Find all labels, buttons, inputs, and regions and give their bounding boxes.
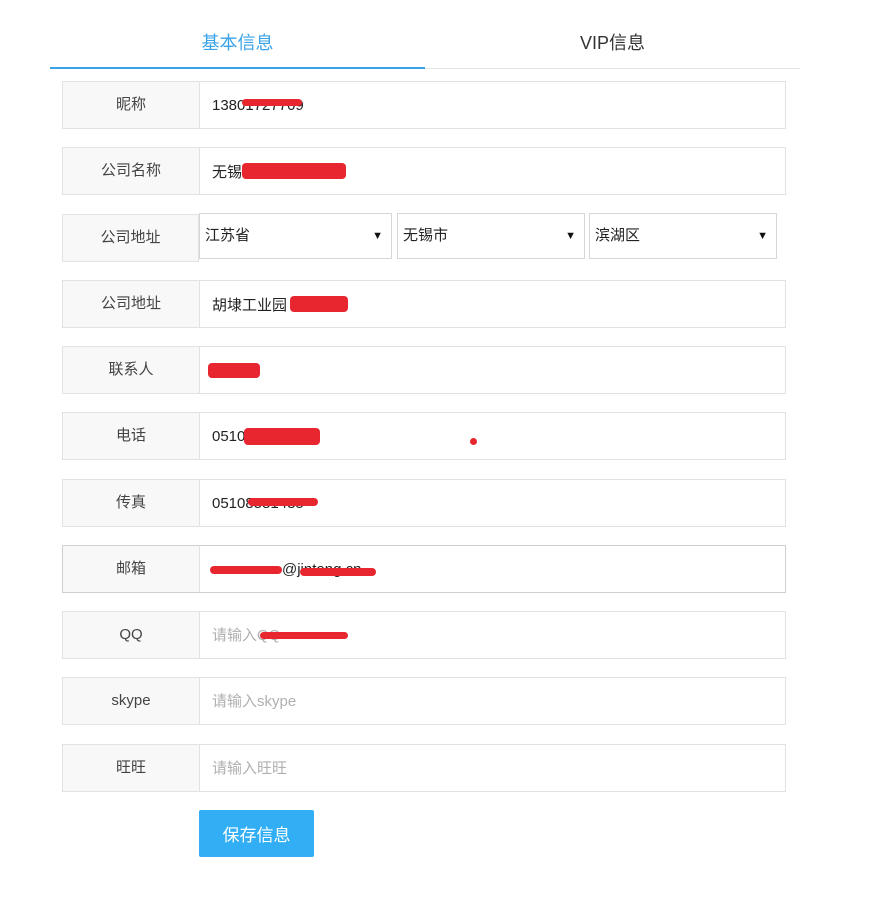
phone-field-wrap [200, 413, 785, 459]
city-value: 无锡市 [403, 227, 449, 244]
fax-label: 传真 [63, 480, 200, 526]
wangwang-field-wrap [200, 745, 785, 791]
email-row: 邮箱 [62, 545, 786, 593]
city-select[interactable]: 无锡市 ▼ [397, 213, 585, 259]
fax-field-wrap [200, 480, 785, 526]
redaction-mark [248, 498, 318, 506]
email-label: 邮箱 [63, 546, 200, 592]
contact-label: 联系人 [63, 347, 200, 393]
tab-basic-info[interactable]: 基本信息 [50, 18, 425, 69]
skype-label: skype [63, 678, 200, 724]
company-name-label: 公司名称 [63, 148, 200, 194]
email-input[interactable] [200, 546, 785, 592]
nickname-row: 昵称 [62, 81, 786, 129]
redaction-mark [300, 568, 376, 576]
company-name-row: 公司名称 [62, 147, 786, 195]
tab-bar: 基本信息 VIP信息 [50, 18, 800, 69]
redaction-mark [208, 363, 260, 378]
skype-row: skype [62, 677, 786, 725]
qq-row: QQ [62, 611, 786, 659]
wangwang-input[interactable] [200, 745, 785, 791]
wangwang-row: 旺旺 [62, 744, 786, 792]
company-name-field-wrap [200, 148, 785, 194]
redaction-mark [210, 566, 282, 574]
nickname-field-wrap [200, 82, 785, 128]
province-select[interactable]: 江苏省 ▼ [199, 213, 392, 259]
phone-label: 电话 [63, 413, 200, 459]
skype-input[interactable] [200, 678, 785, 724]
email-field-wrap [200, 546, 785, 592]
qq-label: QQ [63, 612, 200, 658]
chevron-down-icon: ▼ [757, 230, 768, 242]
chevron-down-icon: ▼ [565, 230, 576, 242]
redaction-mark [260, 632, 348, 639]
redaction-mark [242, 163, 346, 179]
redaction-mark [244, 428, 320, 445]
district-select[interactable]: 滨湖区 ▼ [589, 213, 777, 259]
qq-field-wrap [200, 612, 785, 658]
redaction-mark [470, 438, 477, 445]
fax-row: 传真 [62, 479, 786, 527]
company-region-label: 公司地址 [62, 214, 199, 262]
wangwang-label: 旺旺 [63, 745, 200, 791]
chevron-down-icon: ▼ [372, 230, 383, 242]
contact-field-wrap [200, 347, 785, 393]
company-address-label: 公司地址 [63, 281, 200, 327]
company-address-input[interactable] [200, 281, 785, 327]
company-address-row: 公司地址 [62, 280, 786, 328]
redaction-mark [290, 296, 348, 312]
redaction-mark [242, 99, 302, 106]
province-value: 江苏省 [205, 227, 251, 244]
company-region-row: 公司地址 [62, 214, 199, 262]
contact-input[interactable] [200, 347, 785, 393]
tab-vip-info[interactable]: VIP信息 [425, 18, 800, 68]
phone-row: 电话 [62, 412, 786, 460]
contact-row: 联系人 [62, 346, 786, 394]
nickname-label: 昵称 [63, 82, 200, 128]
district-value: 滨湖区 [595, 227, 641, 244]
company-address-field-wrap [200, 281, 785, 327]
save-button[interactable]: 保存信息 [199, 810, 314, 857]
skype-field-wrap [200, 678, 785, 724]
